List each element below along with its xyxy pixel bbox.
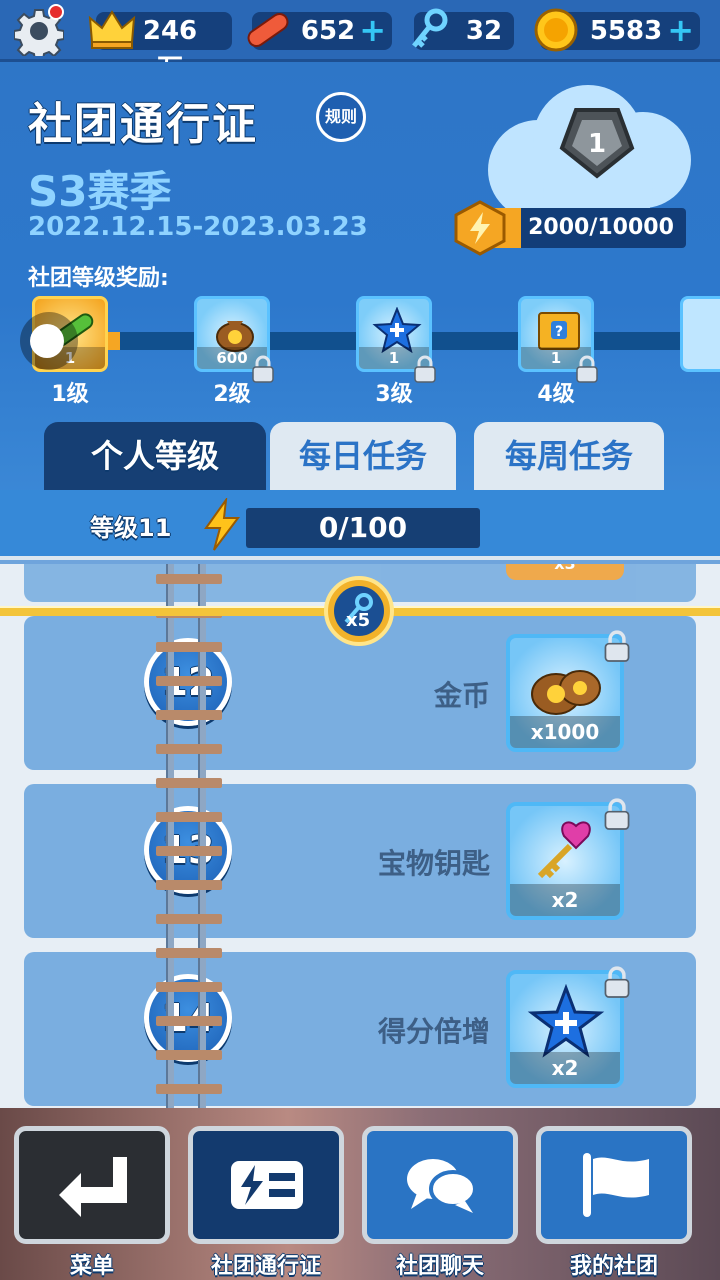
settings-button[interactable]: [13, 4, 65, 61]
coin-icon: [534, 8, 578, 52]
lock-icon: [252, 355, 274, 383]
pass-level-number: 1: [588, 129, 606, 159]
rail-tie: [156, 982, 222, 992]
nav-my-club-button[interactable]: [536, 1126, 692, 1244]
lightning-hexagon-icon: [454, 200, 506, 256]
rules-button[interactable]: 规则: [316, 92, 366, 142]
coin-bag-icon: [531, 670, 601, 715]
rail-tie: [156, 710, 222, 720]
tier-scroll-handle[interactable]: [20, 312, 78, 370]
progress-marker-qty: x5: [346, 610, 371, 631]
level-rail: [156, 564, 222, 1108]
notification-dot: [48, 4, 64, 20]
rail-tie: [156, 778, 222, 788]
tab-daily-tasks[interactable]: 每日任务: [270, 422, 456, 490]
level-reward-card[interactable]: 13 宝物钥匙 x2: [24, 784, 696, 938]
rail-tie: [156, 948, 222, 958]
pass-header: 社团通行证 规则 S3赛季 2022.12.15-2023.03.23 1 20…: [0, 62, 720, 498]
tier-reward-next-partial: [680, 296, 720, 372]
svg-text:?: ?: [555, 324, 563, 340]
chat-bubbles-icon: [407, 1159, 477, 1213]
add-coins-button[interactable]: +: [667, 12, 694, 48]
keys-counter: 32: [412, 8, 514, 50]
rail-tie: [156, 574, 222, 584]
return-arrow-icon: [59, 1157, 127, 1217]
lock-icon: [604, 966, 630, 998]
reward-name: 得分倍增: [377, 1015, 490, 1048]
rail-tie: [156, 1016, 222, 1026]
currency-bar: 246万 652 + 32 5583 +: [0, 0, 720, 84]
rail-tie: [156, 744, 222, 754]
lightning-icon: [204, 498, 240, 551]
reward-name: 宝物钥匙: [377, 847, 490, 880]
tab-personal-level[interactable]: 个人等级: [44, 422, 266, 490]
personal-level-progress: 0/100: [246, 508, 480, 548]
add-hoverboards-button[interactable]: +: [359, 12, 386, 48]
flag-icon: [583, 1153, 649, 1217]
season-label: S3赛季: [28, 167, 172, 216]
star-multiplier-icon: [527, 984, 605, 1058]
reward-qty: x1000: [510, 716, 620, 748]
hoverboard-icon: [247, 12, 289, 48]
rail-tie: [156, 812, 222, 822]
nav-my-club-label: 我的社团: [569, 1254, 658, 1279]
nav-club-pass-button[interactable]: [188, 1126, 344, 1244]
nav-club-chat-button[interactable]: [362, 1126, 518, 1244]
coins-counter: 5583 +: [534, 8, 700, 52]
hoverboards-counter: 652 +: [247, 12, 392, 50]
rail-tie: [156, 846, 222, 856]
progress-marker: x5: [324, 576, 394, 646]
reward-qty: x2: [510, 884, 620, 916]
personal-level-bar: 等级11 0/100: [0, 490, 720, 560]
partial-reward-qty: x3: [506, 564, 624, 580]
lock-icon: [604, 630, 630, 662]
pass-xp-text: 2000/10000: [528, 215, 674, 240]
pass-ticket-icon: [231, 1161, 303, 1209]
key-icon: [412, 8, 448, 48]
tab-weekly-tasks[interactable]: 每周任务: [474, 422, 664, 490]
tier-reward-2[interactable]: 600 2级: [194, 296, 270, 408]
nav-menu-button[interactable]: [14, 1126, 170, 1244]
nav-menu-label: 菜单: [69, 1254, 114, 1279]
lock-icon: [576, 355, 598, 383]
tier-reward-3[interactable]: 1 3级: [356, 296, 432, 408]
rail-tie: [156, 914, 222, 924]
season-dates: 2022.12.15-2023.03.23: [28, 212, 368, 242]
level-reward-list[interactable]: x3 12 金币 x1000 13 宝物钥匙 x2: [0, 564, 720, 1108]
bottom-nav: 菜单 社团通行证 社团聊天 我的社团: [0, 1108, 720, 1280]
rail-tie: [156, 1050, 222, 1060]
nav-club-chat-label: 社团聊天: [395, 1254, 484, 1279]
tier-rewards-label: 社团等级奖励:: [28, 266, 169, 291]
pass-xp-bar: 2000/10000: [480, 208, 686, 248]
rail-tie: [156, 676, 222, 686]
rail-tie: [156, 880, 222, 890]
hoverboards-value: 652: [300, 16, 356, 46]
personal-level-label: 等级11: [90, 514, 172, 542]
rail-tie: [156, 642, 222, 652]
page-title: 社团通行证: [28, 99, 258, 150]
reward-qty: x2: [510, 1052, 620, 1084]
rail-tie: [156, 1084, 222, 1094]
coins-value: 5583: [589, 16, 663, 46]
crown-icon: [88, 10, 136, 49]
lock-icon: [414, 355, 436, 383]
tier-label: 1级: [51, 382, 89, 407]
treasure-key-icon: [537, 821, 591, 879]
lock-icon: [604, 798, 630, 830]
reward-name: 金币: [433, 679, 490, 712]
nav-club-pass-label: 社团通行证: [210, 1254, 321, 1279]
tier-reward-4[interactable]: ? 1 4级: [518, 296, 594, 408]
level-reward-card[interactable]: 14 得分倍增 x2: [24, 952, 696, 1106]
crowns-counter: 246万: [88, 10, 232, 84]
keys-value: 32: [465, 16, 503, 46]
